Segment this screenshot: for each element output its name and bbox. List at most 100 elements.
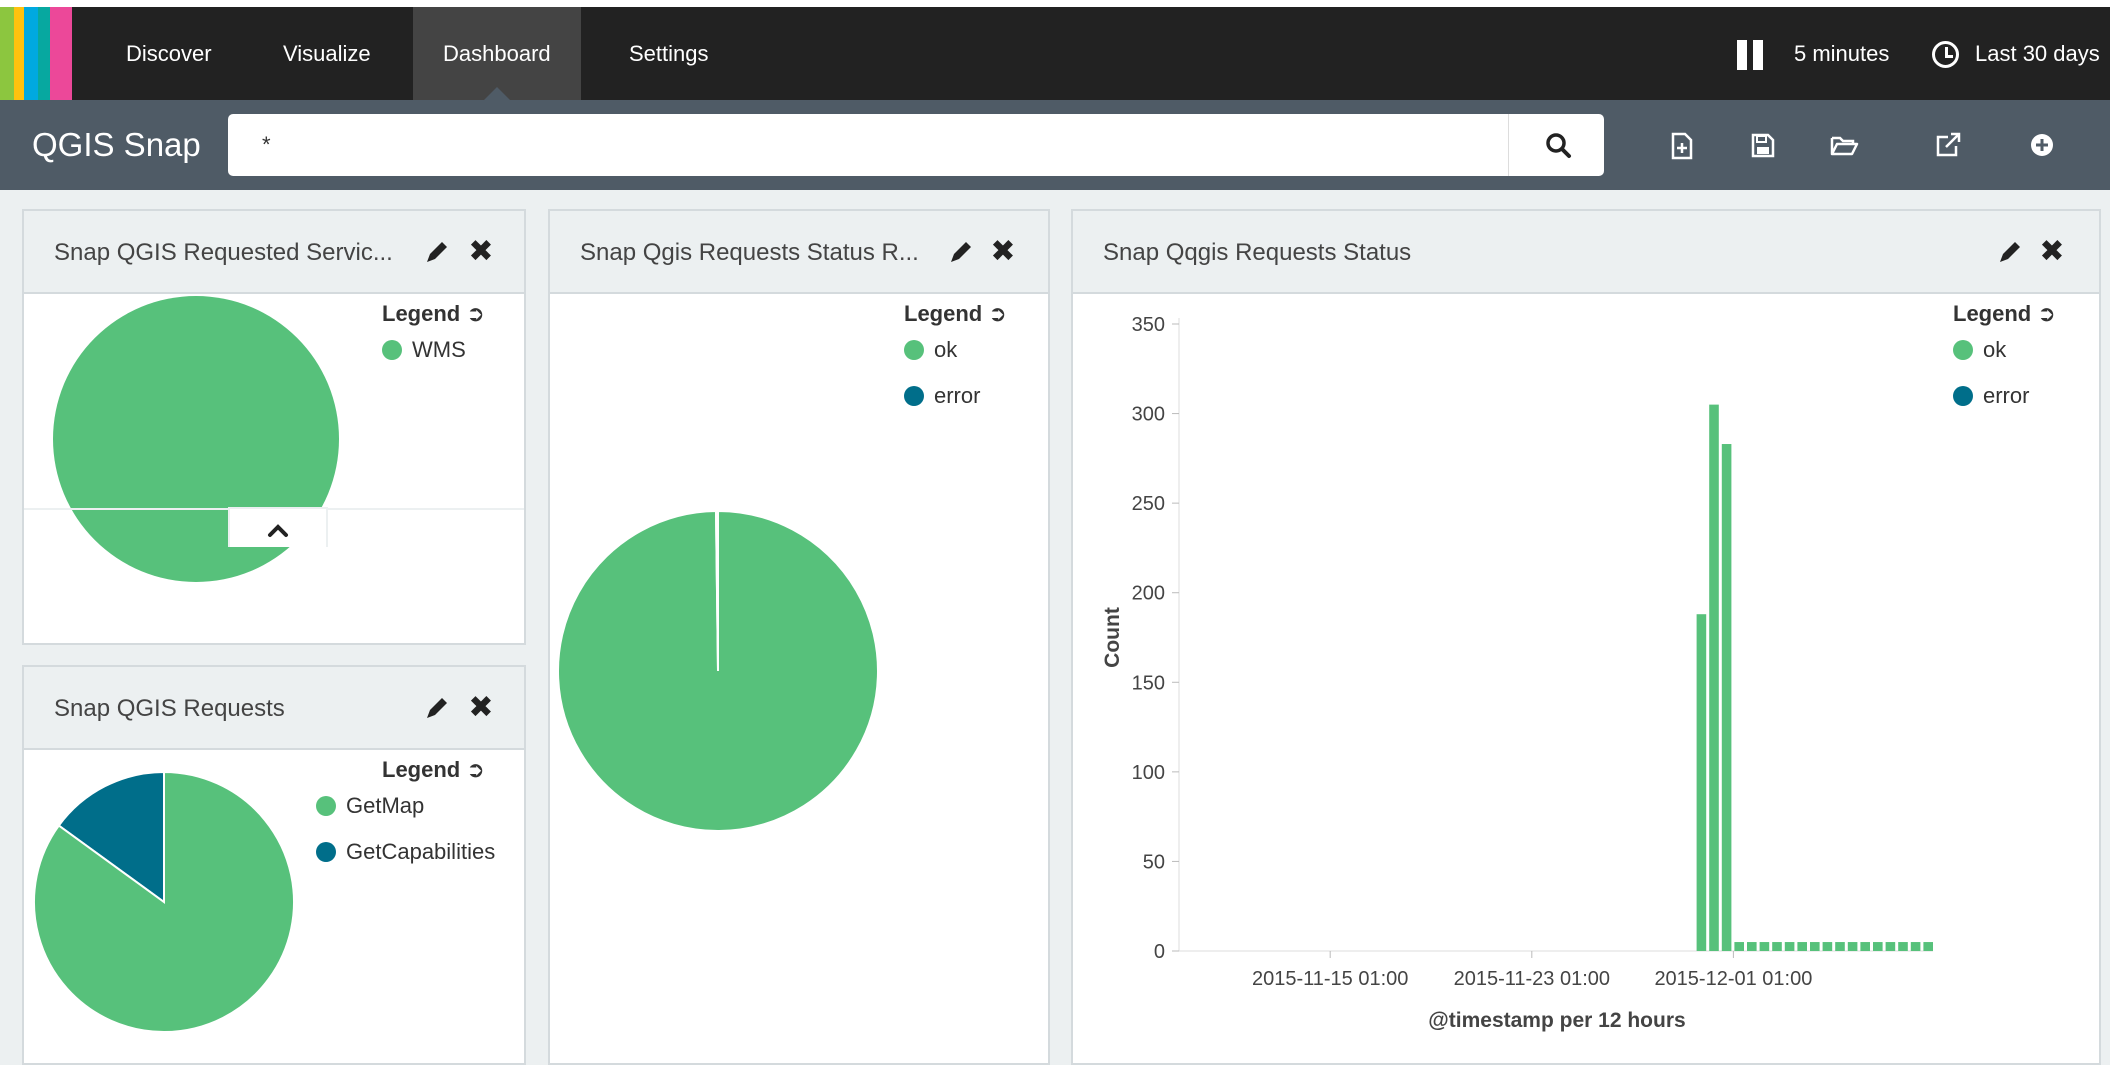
y-axis-label: Count bbox=[1101, 607, 1124, 668]
x-axis-label: @timestamp per 12 hours bbox=[1428, 1009, 1685, 1032]
open-folder-icon[interactable] bbox=[1820, 122, 1866, 168]
legend-dot bbox=[316, 842, 336, 862]
legend-item-error[interactable]: error bbox=[904, 383, 980, 409]
logo-stripe bbox=[14, 7, 24, 100]
nav-tab-visualize[interactable]: Visualize bbox=[253, 7, 401, 100]
panel-status-ratio: Snap Qgis Requests Status R... ✖ Legend … bbox=[548, 209, 1050, 1065]
panel-title: Snap QGIS Requested Servic... bbox=[54, 239, 393, 266]
legend-dot bbox=[316, 796, 336, 816]
legend-item-getmap[interactable]: GetMap bbox=[316, 793, 424, 819]
histogram-bar[interactable] bbox=[1910, 942, 1921, 951]
dashboard-title: QGIS Snap bbox=[32, 126, 201, 163]
top-navbar: Discover Visualize Dashboard Settings 5 … bbox=[0, 7, 2110, 100]
histogram-bar[interactable] bbox=[1747, 942, 1757, 951]
chevron-up-icon bbox=[268, 524, 288, 537]
edit-pencil-icon[interactable] bbox=[422, 239, 450, 267]
logo-stripe bbox=[24, 7, 38, 100]
histogram-bar[interactable] bbox=[1860, 942, 1870, 951]
panel-requests-status: Snap Qqgis Requests Status ✖ 0 50 100 150 20… bbox=[1071, 209, 2101, 1065]
share-icon[interactable] bbox=[1924, 122, 1970, 168]
panel-title: Snap Qgis Requests Status R... bbox=[580, 239, 919, 266]
legend-toggle[interactable]: Legend ➲ bbox=[1953, 301, 2056, 327]
histogram-bar[interactable] bbox=[1898, 942, 1908, 951]
pie-chart-requests bbox=[33, 770, 295, 1033]
save-icon[interactable] bbox=[1739, 122, 1785, 168]
legend-item-ok[interactable]: ok bbox=[1953, 337, 2006, 363]
panel-title: Snap Qqgis Requests Status bbox=[1103, 239, 1412, 266]
histogram-bar[interactable] bbox=[1709, 404, 1719, 952]
histogram-bar[interactable] bbox=[1734, 942, 1744, 951]
histogram-bar[interactable] bbox=[1721, 444, 1732, 951]
histogram-bar[interactable] bbox=[1822, 942, 1833, 951]
y-tick-label: 150 bbox=[1132, 672, 1165, 694]
nav-tab-dashboard[interactable]: Dashboard bbox=[413, 7, 581, 100]
y-tick-label: 0 bbox=[1154, 941, 1165, 963]
panel-title: Snap QGIS Requests bbox=[54, 695, 285, 722]
panel-header: Snap Qgis Requests Status R... ✖ bbox=[550, 211, 1048, 294]
query-input[interactable] bbox=[228, 114, 1560, 176]
legend-dot bbox=[904, 386, 924, 406]
close-icon[interactable]: ✖ bbox=[468, 237, 494, 267]
clock-icon[interactable] bbox=[1932, 41, 1959, 68]
histogram-bar[interactable] bbox=[1835, 942, 1845, 951]
histogram-bar[interactable] bbox=[1759, 942, 1770, 951]
bar-chart-requests-status: 0 50 100 150 200 250 300 350 2015-11-15 01:00 201… bbox=[1101, 314, 1933, 1032]
pie-chart-status-ratio bbox=[557, 509, 880, 832]
y-tick-label: 350 bbox=[1132, 314, 1165, 336]
close-icon[interactable]: ✖ bbox=[2039, 237, 2065, 267]
legend-dot bbox=[904, 340, 924, 360]
legend-toggle[interactable]: Legend ➲ bbox=[904, 301, 1007, 327]
legend-item-error[interactable]: error bbox=[1953, 383, 2029, 409]
search-button[interactable] bbox=[1508, 114, 1604, 176]
x-tick-label: 2015-11-15 01:00 bbox=[1252, 968, 1408, 990]
legend-toggle[interactable]: Legend ➲ bbox=[382, 301, 485, 327]
edit-pencil-icon[interactable] bbox=[422, 695, 450, 723]
legend-toggle[interactable]: Legend ➲ bbox=[382, 757, 485, 783]
add-panel-icon[interactable] bbox=[2019, 122, 2065, 168]
y-tick-label: 200 bbox=[1132, 583, 1165, 605]
histogram-bar[interactable] bbox=[1873, 942, 1883, 951]
legend-item-ok[interactable]: ok bbox=[904, 337, 957, 363]
histogram-bar[interactable] bbox=[1696, 614, 1707, 951]
y-tick-label: 100 bbox=[1132, 762, 1165, 784]
y-tick-label: 300 bbox=[1132, 404, 1165, 426]
legend-dot bbox=[1953, 386, 1973, 406]
kibana-logo[interactable] bbox=[0, 7, 96, 100]
close-icon[interactable]: ✖ bbox=[990, 237, 1016, 267]
legend-item-wms[interactable]: WMS bbox=[382, 337, 466, 363]
y-tick-label: 50 bbox=[1143, 851, 1165, 873]
new-dashboard-icon[interactable] bbox=[1658, 122, 1704, 168]
panel-header: Snap QGIS Requested Servic... ✖ bbox=[24, 211, 524, 294]
logo-stripe bbox=[0, 7, 14, 100]
histogram-bar[interactable] bbox=[1784, 942, 1795, 951]
panel-requested-services: Snap QGIS Requested Servic... ✖ Legend ➲… bbox=[22, 209, 526, 645]
legend-dot bbox=[382, 340, 402, 360]
histogram-bar[interactable] bbox=[1885, 942, 1896, 951]
histogram-bar[interactable] bbox=[1847, 942, 1858, 951]
panel-header: Snap Qqgis Requests Status ✖ bbox=[1073, 211, 2099, 294]
close-icon[interactable]: ✖ bbox=[468, 693, 494, 723]
panel-requests: Snap QGIS Requests ✖ Legend ➲ GetMap Get… bbox=[22, 665, 526, 1065]
time-range-picker[interactable]: Last 30 days bbox=[1975, 7, 2100, 100]
nav-tab-discover[interactable]: Discover bbox=[96, 7, 242, 100]
legend-item-getcapabilities[interactable]: GetCapabilities bbox=[316, 839, 495, 865]
histogram-bar[interactable] bbox=[1810, 942, 1820, 951]
cut-off-heading-strip bbox=[0, 0, 2110, 7]
panel-header: Snap QGIS Requests ✖ bbox=[24, 667, 524, 750]
refresh-interval[interactable]: 5 minutes bbox=[1794, 7, 1889, 100]
logo-stripe bbox=[50, 7, 72, 100]
histogram-bar[interactable] bbox=[1772, 942, 1782, 951]
y-tick-label: 250 bbox=[1132, 493, 1165, 515]
histogram-bar[interactable] bbox=[1797, 942, 1807, 951]
collapse-button[interactable] bbox=[228, 507, 328, 547]
edit-pencil-icon[interactable] bbox=[1995, 239, 2023, 267]
edit-pencil-icon[interactable] bbox=[946, 239, 974, 267]
logo-stripe bbox=[38, 7, 50, 100]
search-icon bbox=[1546, 133, 1571, 158]
nav-tab-settings[interactable]: Settings bbox=[599, 7, 739, 100]
legend-dot bbox=[1953, 340, 1973, 360]
x-tick-label: 2015-11-23 01:00 bbox=[1454, 968, 1610, 990]
histogram-bar[interactable] bbox=[1923, 942, 1933, 951]
pause-icon[interactable] bbox=[1737, 40, 1763, 70]
search-bar: QGIS Snap bbox=[0, 100, 2110, 190]
